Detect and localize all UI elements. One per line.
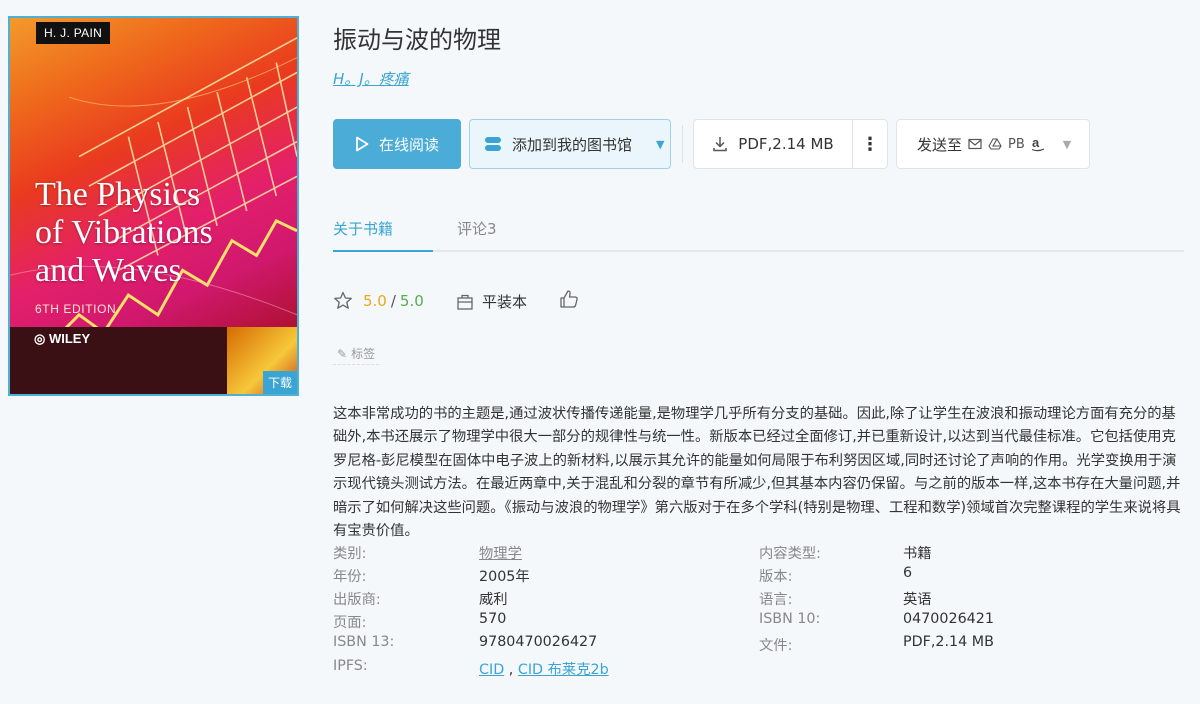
read-online-button[interactable]: 在线阅读 — [333, 119, 461, 169]
tab-comments[interactable]: 评论3 — [457, 218, 497, 239]
add-to-library-button[interactable]: 添加到我的图书馆 ▼ — [469, 119, 671, 169]
detail-key: ISBN 13: — [333, 634, 395, 650]
download-pdf-button[interactable]: PDF,2.14 MB — [693, 119, 852, 169]
detail-key: 内容类型: — [759, 546, 822, 562]
tab-bar: 关于书籍 评论3 — [333, 211, 1184, 252]
drive-icon — [988, 138, 1002, 150]
mail-icon — [968, 138, 982, 150]
detail-key: ISBN 10: — [759, 611, 821, 627]
amazon-icon: a — [1031, 136, 1045, 152]
rating-separator: / — [390, 291, 396, 310]
chevron-down-icon[interactable]: ▼ — [656, 138, 664, 151]
download-pdf-label: PDF,2.14 MB — [738, 135, 834, 153]
send-to-button[interactable]: 发送至 PB a ▼ — [896, 119, 1090, 169]
cover-edition: 6TH EDITION — [35, 302, 117, 316]
button-divider — [682, 125, 683, 163]
detail-value: PDF,2.14 MB — [903, 634, 994, 650]
detail-value: 6 — [903, 565, 913, 581]
detail-key: 页面: — [333, 615, 367, 631]
wiley-logo-mark: ◎ — [34, 331, 49, 346]
cover-title: The Physics of Vibrations and Waves — [35, 176, 213, 289]
active-tab-indicator — [333, 250, 433, 252]
download-icon — [713, 137, 728, 152]
pencil-icon: ✎ — [337, 346, 348, 361]
ipfs-links: CID , CID 布莱克2b — [479, 658, 609, 679]
rating: 5.0 / 5.0 — [333, 291, 424, 310]
detail-key: 文件: — [759, 638, 793, 654]
star-icon[interactable] — [333, 291, 353, 310]
rating-max: 5.0 — [399, 291, 424, 310]
thumbs-up-icon[interactable] — [559, 289, 579, 309]
detail-value: 书籍 — [903, 546, 932, 562]
add-to-library-label: 添加到我的图书馆 — [512, 135, 633, 154]
detail-key: IPFS: — [333, 658, 368, 674]
detail-value: 9780470026427 — [479, 634, 598, 650]
detail-value: 2005年 — [479, 569, 530, 585]
tab-about-book[interactable]: 关于书籍 — [333, 218, 393, 239]
book-format: 平装本 — [456, 291, 527, 312]
play-icon — [356, 136, 369, 152]
detail-key: 语言: — [759, 592, 793, 608]
ipfs-cid-blake-link[interactable]: CID 布莱克2b — [518, 662, 609, 678]
detail-value: 0470026421 — [903, 611, 994, 627]
book-title: 振动与波的物理 — [333, 26, 501, 54]
chevron-down-icon[interactable]: ▼ — [1063, 138, 1071, 151]
tag-label: 标签 — [351, 347, 376, 361]
ipfs-separator: , — [508, 662, 514, 678]
more-vertical-icon: ⋮ — [861, 133, 879, 155]
category-link[interactable]: 物理学 — [479, 542, 522, 563]
detail-key: 类别: — [333, 546, 367, 562]
library-icon — [485, 137, 501, 151]
pocketbook-label: PB — [1008, 136, 1025, 152]
cover-author: H. J. PAIN — [36, 22, 110, 44]
cover-publisher-logo: ◎ WILEY — [34, 331, 91, 346]
detail-key: 版本: — [759, 569, 793, 585]
read-online-label: 在线阅读 — [378, 135, 439, 154]
detail-value: 英语 — [903, 592, 932, 608]
detail-key: 出版商: — [333, 592, 381, 608]
book-description: 这本非常成功的书的主题是,通过波状传播传递能量,是物理学几乎所有分支的基础。因此… — [333, 406, 1181, 540]
detail-key: 年份: — [333, 569, 367, 585]
svg-text:a: a — [1032, 136, 1040, 150]
detail-value: 威利 — [479, 592, 508, 608]
ipfs-cid-link[interactable]: CID — [479, 662, 504, 678]
detail-value: 570 — [479, 611, 507, 627]
book-format-label: 平装本 — [482, 293, 528, 311]
book-author-link[interactable]: H。J。疼痛 — [333, 68, 409, 89]
add-tag-button[interactable]: ✎ 标签 — [333, 343, 380, 365]
book-format-icon — [457, 294, 473, 310]
rating-value: 5.0 — [363, 291, 387, 310]
download-badge[interactable]: 下载 — [262, 371, 297, 394]
more-options-button[interactable]: ⋮ — [852, 119, 888, 169]
book-cover[interactable]: H. J. PAIN The Physics of Vibrations and… — [8, 16, 299, 396]
send-to-label: 发送至 — [917, 135, 963, 154]
